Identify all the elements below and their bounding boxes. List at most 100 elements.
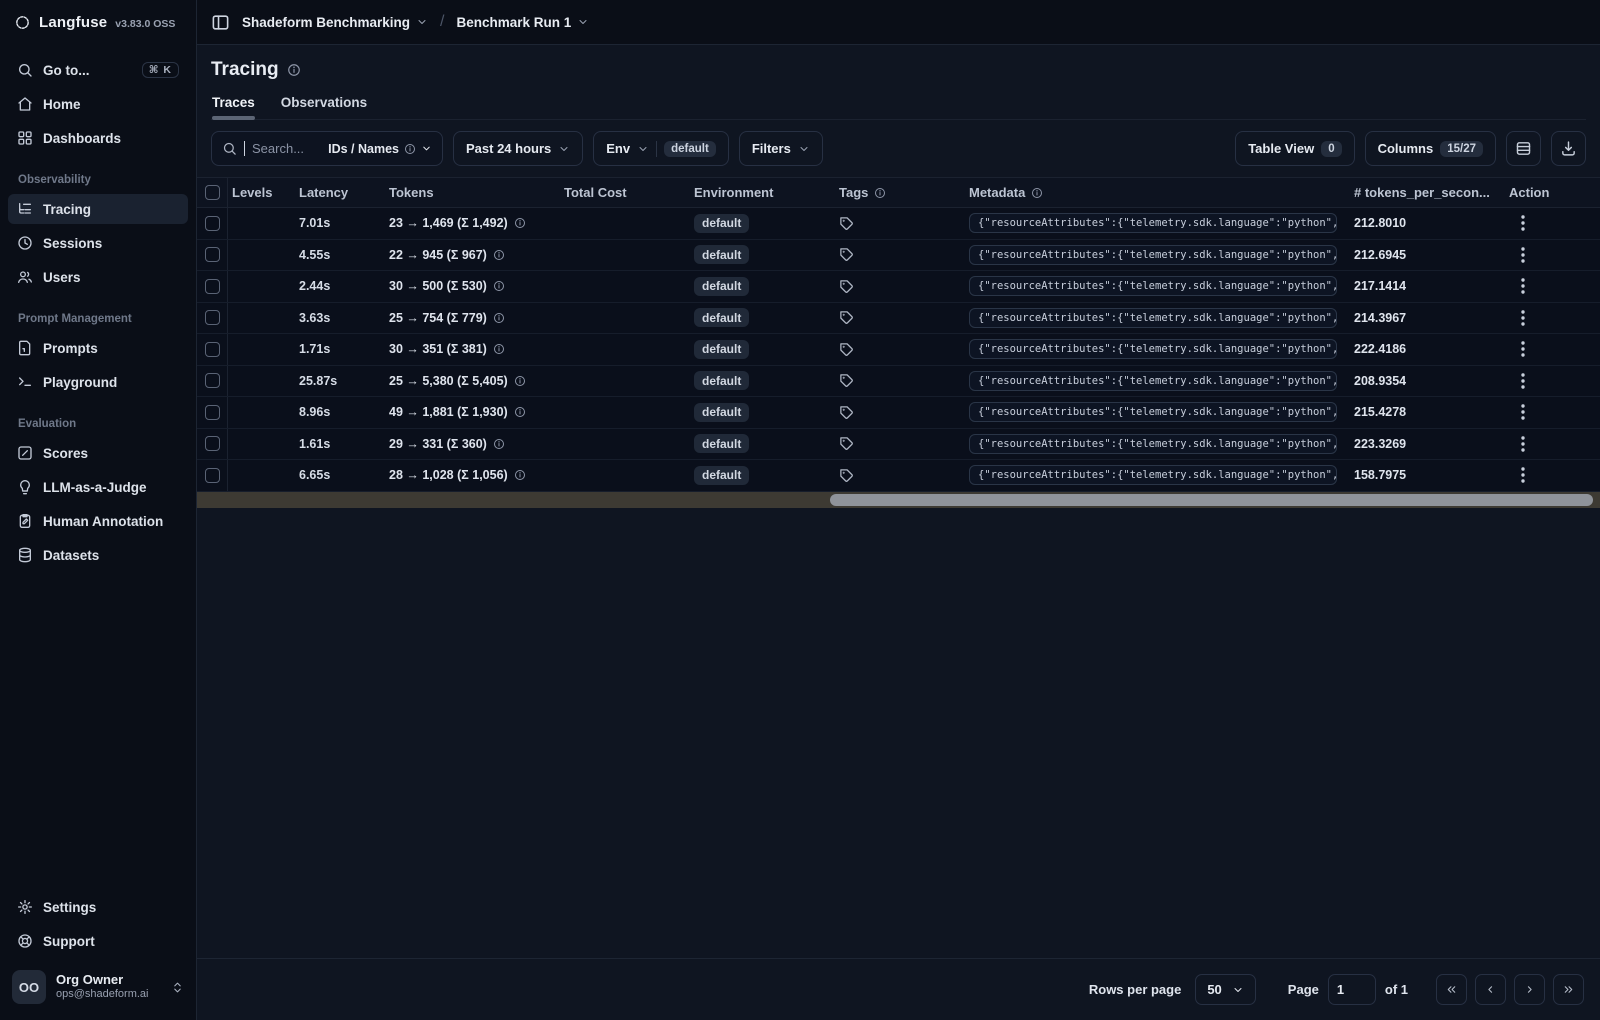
- kebab-menu-icon[interactable]: [1517, 467, 1529, 483]
- tag-icon[interactable]: [839, 468, 854, 483]
- row-checkbox[interactable]: [204, 247, 220, 263]
- tag-icon[interactable]: [839, 279, 854, 294]
- sidebar-item-playground[interactable]: Playground: [8, 367, 188, 397]
- horizontal-scrollbar[interactable]: [197, 491, 1600, 508]
- info-icon[interactable]: [514, 217, 526, 229]
- project-selector[interactable]: Benchmark Run 1: [457, 15, 590, 30]
- metadata-value[interactable]: {"resourceAttributes":{"telemetry.sdk.la…: [969, 402, 1337, 423]
- first-page-button[interactable]: [1436, 974, 1467, 1005]
- metadata-value[interactable]: {"resourceAttributes":{"telemetry.sdk.la…: [969, 433, 1337, 454]
- kebab-menu-icon[interactable]: [1517, 341, 1529, 357]
- metadata-value[interactable]: {"resourceAttributes":{"telemetry.sdk.la…: [969, 276, 1337, 297]
- columns-button[interactable]: Columns 15/27: [1364, 131, 1496, 166]
- search-mode-selector[interactable]: IDs / Names: [328, 142, 432, 156]
- sidebar-item-home[interactable]: Home: [8, 89, 188, 119]
- sidebar-item-settings[interactable]: Settings: [8, 892, 188, 922]
- tab-observations[interactable]: Observations: [281, 95, 367, 119]
- page-number-input[interactable]: [1327, 974, 1376, 1005]
- info-icon[interactable]: [514, 375, 526, 387]
- sidebar-item-human-annotation[interactable]: Human Annotation: [8, 506, 188, 536]
- table-row[interactable]: 2.44s 30 → 500 (Σ 530) default {"resourc…: [197, 271, 1600, 303]
- rows-per-page-select[interactable]: 50: [1195, 974, 1256, 1005]
- sidebar-item-scores[interactable]: Scores: [8, 438, 188, 468]
- sidebar-item-prompts[interactable]: Prompts: [8, 333, 188, 363]
- row-checkbox[interactable]: [204, 341, 220, 357]
- sidebar-item-sessions[interactable]: Sessions: [8, 228, 188, 258]
- table-row[interactable]: 25.87s 25 → 5,380 (Σ 5,405) default {"re…: [197, 365, 1600, 397]
- table-view-button[interactable]: Table View 0: [1235, 131, 1355, 166]
- info-icon[interactable]: [287, 63, 301, 77]
- kebab-menu-icon[interactable]: [1517, 215, 1529, 231]
- info-icon[interactable]: [493, 312, 505, 324]
- kebab-menu-icon[interactable]: [1517, 436, 1529, 452]
- kebab-menu-icon[interactable]: [1517, 310, 1529, 326]
- brand[interactable]: Langfuse v3.83.0 OSS: [0, 0, 196, 45]
- row-checkbox[interactable]: [204, 278, 220, 294]
- info-icon[interactable]: [493, 343, 505, 355]
- search-input[interactable]: Search... IDs / Names: [211, 131, 443, 166]
- info-icon[interactable]: [514, 406, 526, 418]
- info-icon[interactable]: [493, 438, 505, 450]
- info-icon[interactable]: [493, 280, 505, 292]
- table-row[interactable]: 8.96s 49 → 1,881 (Σ 1,930) default {"res…: [197, 397, 1600, 429]
- env-filter-button[interactable]: Env default: [593, 131, 729, 166]
- time-range-button[interactable]: Past 24 hours: [453, 131, 584, 166]
- tag-icon[interactable]: [839, 373, 854, 388]
- table-row[interactable]: 1.61s 29 → 331 (Σ 360) default {"resourc…: [197, 428, 1600, 460]
- row-height-button[interactable]: [1506, 131, 1541, 166]
- grid-icon: [17, 130, 33, 146]
- next-page-button[interactable]: [1514, 974, 1545, 1005]
- kebab-menu-icon[interactable]: [1517, 404, 1529, 420]
- tag-icon[interactable]: [839, 247, 854, 262]
- sidebar-item-users[interactable]: Users: [8, 262, 188, 292]
- info-icon[interactable]: [404, 143, 416, 155]
- info-icon[interactable]: [493, 249, 505, 261]
- tab-traces[interactable]: Traces: [212, 95, 255, 120]
- row-checkbox[interactable]: [204, 310, 220, 326]
- row-checkbox[interactable]: [204, 436, 220, 452]
- export-button[interactable]: [1551, 131, 1586, 166]
- metadata-value[interactable]: {"resourceAttributes":{"telemetry.sdk.la…: [969, 370, 1337, 391]
- row-checkbox[interactable]: [204, 404, 220, 420]
- metadata-value[interactable]: {"resourceAttributes":{"telemetry.sdk.la…: [969, 244, 1337, 265]
- table-row[interactable]: 6.65s 28 → 1,028 (Σ 1,056) default {"res…: [197, 460, 1600, 492]
- tag-icon[interactable]: [839, 342, 854, 357]
- user-menu[interactable]: OO Org Owner ops@shadeform.ai: [0, 960, 196, 1020]
- last-page-button[interactable]: [1553, 974, 1584, 1005]
- kebab-menu-icon[interactable]: [1517, 373, 1529, 389]
- table-row[interactable]: 3.63s 25 → 754 (Σ 779) default {"resourc…: [197, 302, 1600, 334]
- scrollbar-thumb[interactable]: [829, 493, 1593, 506]
- tag-icon[interactable]: [839, 436, 854, 451]
- table-row[interactable]: 7.01s 23 → 1,469 (Σ 1,492) default {"res…: [197, 208, 1600, 240]
- row-checkbox[interactable]: [204, 215, 220, 231]
- row-checkbox[interactable]: [204, 467, 220, 483]
- select-all-checkbox[interactable]: [204, 185, 220, 200]
- previous-page-button[interactable]: [1475, 974, 1506, 1005]
- sidebar-item-label: Playground: [43, 374, 118, 390]
- sidebar-item-llm-judge[interactable]: LLM-as-a-Judge: [8, 472, 188, 502]
- sidebar-item-datasets[interactable]: Datasets: [8, 540, 188, 570]
- sidebar-item-support[interactable]: Support: [8, 926, 188, 956]
- sidebar-item-dashboards[interactable]: Dashboards: [8, 123, 188, 153]
- filters-button[interactable]: Filters: [738, 131, 823, 166]
- table-row[interactable]: 4.55s 22 → 945 (Σ 967) default {"resourc…: [197, 239, 1600, 271]
- sidebar-item-goto[interactable]: Go to... ⌘ K: [8, 55, 188, 85]
- table-row[interactable]: 1.71s 30 → 351 (Σ 381) default {"resourc…: [197, 334, 1600, 366]
- sidebar-item-tracing[interactable]: Tracing: [8, 194, 188, 224]
- tag-icon[interactable]: [839, 405, 854, 420]
- info-icon[interactable]: [874, 187, 886, 199]
- org-selector[interactable]: Shadeform Benchmarking: [242, 15, 428, 30]
- info-icon[interactable]: [1031, 187, 1043, 199]
- row-checkbox[interactable]: [204, 373, 220, 389]
- tag-icon[interactable]: [839, 310, 854, 325]
- sidebar-toggle-icon[interactable]: [211, 13, 230, 32]
- info-icon[interactable]: [514, 469, 526, 481]
- metadata-value[interactable]: {"resourceAttributes":{"telemetry.sdk.la…: [969, 213, 1337, 234]
- metadata-value[interactable]: {"resourceAttributes":{"telemetry.sdk.la…: [969, 465, 1337, 486]
- kebab-menu-icon[interactable]: [1517, 247, 1529, 263]
- metadata-value[interactable]: {"resourceAttributes":{"telemetry.sdk.la…: [969, 307, 1337, 328]
- chevron-down-icon: [421, 143, 432, 154]
- kebab-menu-icon[interactable]: [1517, 278, 1529, 294]
- tag-icon[interactable]: [839, 216, 854, 231]
- metadata-value[interactable]: {"resourceAttributes":{"telemetry.sdk.la…: [969, 339, 1337, 360]
